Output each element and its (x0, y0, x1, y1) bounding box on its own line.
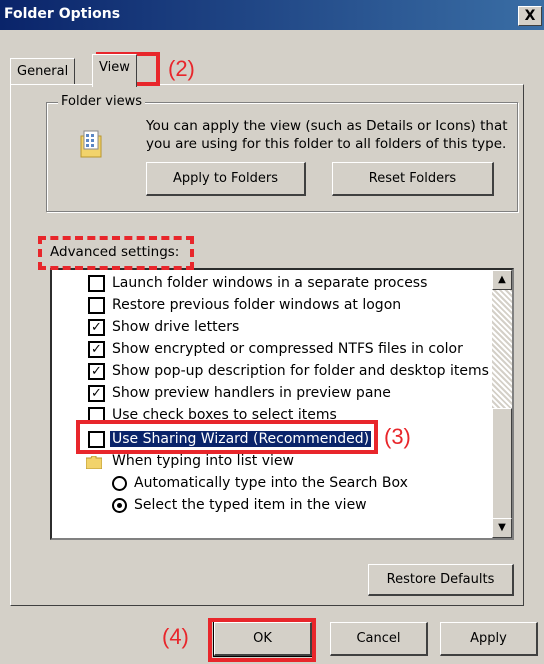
folder-icon (85, 454, 103, 470)
tab-view[interactable]: View (92, 54, 137, 87)
radio-button[interactable] (112, 476, 127, 491)
list-item[interactable]: Launch folder windows in a separate proc… (88, 272, 427, 294)
scrollbar-thumb[interactable] (492, 408, 512, 524)
annotation-box-sharing-wizard (76, 420, 378, 454)
reset-folders-button[interactable]: Reset Folders (332, 162, 494, 196)
folder-views-description-2: you are using for this folder to all fol… (146, 136, 507, 152)
annotation-step2: (2) (168, 56, 195, 81)
list-item[interactable]: ✓ Show encrypted or compressed NTFS file… (88, 338, 463, 360)
annotation-box-advanced-settings (38, 236, 194, 270)
annotation-step3: (3) (384, 424, 411, 449)
folder-views-legend: Folder views (58, 94, 146, 109)
list-item[interactable]: ✓ Show preview handlers in preview pane (88, 382, 391, 404)
title-bar: Folder Options X (0, 0, 544, 30)
list-item[interactable]: Automatically type into the Search Box (112, 472, 408, 494)
checkbox[interactable] (88, 297, 105, 314)
cancel-button[interactable]: Cancel (330, 622, 428, 656)
checkbox-checked[interactable]: ✓ (88, 341, 105, 358)
advanced-settings-list[interactable]: Launch folder windows in a separate proc… (50, 268, 514, 540)
list-item[interactable]: ✓ Show pop-up description for folder and… (88, 360, 489, 382)
checkbox-checked[interactable]: ✓ (88, 363, 105, 380)
apply-button[interactable]: Apply (440, 622, 538, 656)
list-item[interactable]: Restore previous folder windows at logon (88, 294, 401, 316)
window-title: Folder Options (4, 6, 121, 22)
vertical-scrollbar[interactable]: ▲ ▼ (492, 270, 512, 538)
checkbox[interactable] (88, 275, 105, 292)
checkbox-checked[interactable]: ✓ (88, 319, 105, 336)
folder-options-window: Folder Options X General View Folder vie… (0, 0, 544, 664)
scroll-up-icon[interactable]: ▲ (492, 270, 512, 290)
scroll-down-icon[interactable]: ▼ (492, 518, 512, 538)
folder-views-description-1: You can apply the view (such as Details … (146, 118, 508, 134)
folder-views-icon (80, 130, 102, 158)
tab-general[interactable]: General (10, 58, 76, 85)
restore-defaults-button[interactable]: Restore Defaults (368, 564, 514, 596)
annotation-box-ok-button (208, 618, 316, 662)
close-button[interactable]: X (518, 6, 542, 26)
apply-to-folders-button[interactable]: Apply to Folders (146, 162, 306, 196)
radio-button-checked[interactable] (112, 498, 127, 513)
annotation-step4: (4) (162, 624, 189, 649)
checkbox-checked[interactable]: ✓ (88, 385, 105, 402)
list-item[interactable]: Select the typed item in the view (112, 494, 367, 516)
list-item[interactable]: ✓ Show drive letters (88, 316, 239, 338)
